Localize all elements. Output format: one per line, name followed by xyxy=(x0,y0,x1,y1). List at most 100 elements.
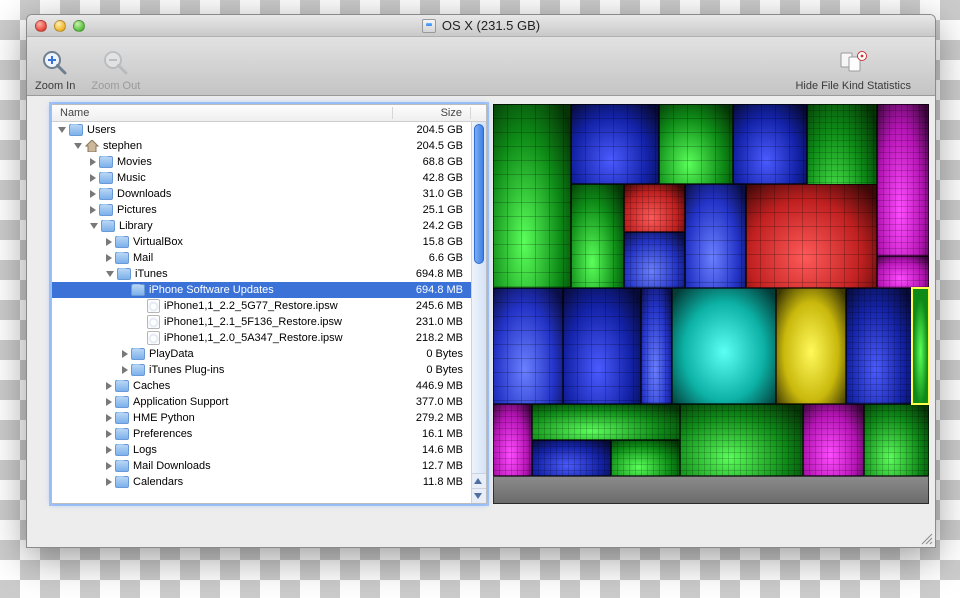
folder-icon xyxy=(131,348,145,360)
row-size: 24.2 GB xyxy=(393,220,471,232)
row-size: 31.0 GB xyxy=(393,188,471,200)
disclosure-triangle[interactable] xyxy=(106,478,112,486)
tree-row[interactable]: iPhone1,1_2.0_5A347_Restore.ipsw218.2 MB xyxy=(52,330,486,346)
file-icon xyxy=(147,331,160,345)
folder-icon xyxy=(131,284,145,296)
row-size: 0 Bytes xyxy=(393,364,471,376)
tree-row[interactable]: Music 42.8 GB xyxy=(52,170,486,186)
row-size: 42.8 GB xyxy=(393,172,471,184)
disclosure-triangle[interactable] xyxy=(106,462,112,470)
disclosure-triangle[interactable] xyxy=(90,158,96,166)
folder-icon xyxy=(115,460,129,472)
row-size: 12.7 MB xyxy=(393,460,471,472)
row-name: iPhone1,1_2.1_5F136_Restore.ipsw xyxy=(164,316,342,328)
selected-treemap-block[interactable] xyxy=(912,288,929,404)
scroll-down-arrow[interactable] xyxy=(472,488,486,503)
folder-icon xyxy=(115,476,129,488)
resize-grip[interactable] xyxy=(919,531,933,545)
file-tree-pane[interactable]: Name Size Users204.5 GBstephen204.5 GBMo… xyxy=(51,104,487,504)
disclosure-triangle[interactable] xyxy=(106,398,112,406)
disclosure-triangle[interactable] xyxy=(122,350,128,358)
row-size: 14.6 MB xyxy=(393,444,471,456)
tree-row[interactable]: Logs 14.6 MB xyxy=(52,442,486,458)
row-name: Downloads xyxy=(117,188,171,200)
folder-icon xyxy=(115,396,129,408)
tree-row[interactable]: Users204.5 GB xyxy=(52,122,486,138)
tree-row[interactable]: Caches446.9 MB xyxy=(52,378,486,394)
window-title-text: OS X (231.5 GB) xyxy=(442,18,540,33)
tree-row[interactable]: HME Python279.2 MB xyxy=(52,410,486,426)
window-controls xyxy=(27,20,85,32)
disclosure-triangle[interactable] xyxy=(106,254,112,262)
treemap-view[interactable] xyxy=(493,104,929,504)
row-name: Mail Downloads xyxy=(133,460,211,472)
disclosure-triangle[interactable] xyxy=(106,446,112,454)
row-name: Logs xyxy=(133,444,157,456)
folder-icon xyxy=(99,156,113,168)
disclosure-triangle[interactable] xyxy=(90,190,96,198)
zoom-button[interactable] xyxy=(73,20,85,32)
row-name: Music xyxy=(117,172,146,184)
tree-row[interactable]: Mail 6.6 GB xyxy=(52,250,486,266)
tree-row[interactable]: iPhone1,1_2.2_5G77_Restore.ipsw245.6 MB xyxy=(52,298,486,314)
disclosure-triangle[interactable] xyxy=(106,414,112,422)
disclosure-triangle[interactable] xyxy=(74,143,82,149)
tree-row[interactable]: Calendars11.8 MB xyxy=(52,474,486,490)
tree-row[interactable]: iPhone1,1_2.1_5F136_Restore.ipsw 231.0 MB xyxy=(52,314,486,330)
row-size: 231.0 MB xyxy=(393,316,471,328)
tree-row[interactable]: Downloads 31.0 GB xyxy=(52,186,486,202)
folder-icon xyxy=(117,268,131,280)
row-name: Mail xyxy=(133,252,153,264)
disclosure-triangle[interactable] xyxy=(106,271,114,277)
tree-row[interactable]: Pictures25.1 GB xyxy=(52,202,486,218)
row-size: 694.8 MB xyxy=(393,268,471,280)
zoom-in-button[interactable]: Zoom In xyxy=(35,48,75,92)
tree-row[interactable]: Library24.2 GB xyxy=(52,218,486,234)
row-size: 6.6 GB xyxy=(393,252,471,264)
tree-row[interactable]: stephen204.5 GB xyxy=(52,138,486,154)
row-size: 204.5 GB xyxy=(393,124,471,136)
disclosure-triangle[interactable] xyxy=(90,174,96,182)
zoom-in-label: Zoom In xyxy=(35,80,75,92)
hide-stats-button[interactable]: Hide File Kind Statistics xyxy=(795,48,911,92)
tree-row[interactable]: iTunes694.8 MB xyxy=(52,266,486,282)
tree-row[interactable]: iTunes Plug-ins0 Bytes xyxy=(52,362,486,378)
disclosure-triangle[interactable] xyxy=(90,206,96,214)
tree-rows[interactable]: Users204.5 GBstephen204.5 GBMovies68.8 G… xyxy=(52,122,486,503)
tree-row[interactable]: Mail Downloads 12.7 MB xyxy=(52,458,486,474)
disclosure-triangle[interactable] xyxy=(122,366,128,374)
disclosure-triangle[interactable] xyxy=(106,430,112,438)
row-name: PlayData xyxy=(149,348,194,360)
disclosure-triangle[interactable] xyxy=(106,382,112,390)
folder-icon xyxy=(69,124,83,136)
folder-icon xyxy=(115,252,129,264)
tree-row[interactable]: VirtualBox15.8 GB xyxy=(52,234,486,250)
row-name: iPhone Software Updates xyxy=(149,284,274,296)
titlebar[interactable]: OS X (231.5 GB) xyxy=(27,15,935,37)
zoom-out-icon xyxy=(101,48,131,78)
column-header-row: Name Size xyxy=(52,105,486,122)
folder-icon xyxy=(115,236,129,248)
tree-row[interactable]: Application Support377.0 MB xyxy=(52,394,486,410)
column-header-name[interactable]: Name xyxy=(52,107,393,119)
tree-row[interactable]: Movies68.8 GB xyxy=(52,154,486,170)
close-button[interactable] xyxy=(35,20,47,32)
file-icon xyxy=(147,299,160,313)
zoom-in-icon xyxy=(40,48,70,78)
tree-row[interactable]: Preferences16.1 MB xyxy=(52,426,486,442)
scroll-up-arrow[interactable] xyxy=(472,473,486,488)
column-header-size[interactable]: Size xyxy=(393,107,471,119)
tree-row[interactable]: PlayData0 Bytes xyxy=(52,346,486,362)
row-name: Calendars xyxy=(133,476,183,488)
row-name: HME Python xyxy=(133,412,195,424)
row-size: 25.1 GB xyxy=(393,204,471,216)
row-name: iPhone1,1_2.0_5A347_Restore.ipsw xyxy=(164,332,343,344)
vertical-scrollbar[interactable] xyxy=(471,122,486,503)
disclosure-triangle[interactable] xyxy=(58,127,66,133)
folder-icon xyxy=(115,412,129,424)
disclosure-triangle[interactable] xyxy=(90,223,98,229)
disclosure-triangle[interactable] xyxy=(106,238,112,246)
minimize-button[interactable] xyxy=(54,20,66,32)
tree-row[interactable]: iPhone Software Updates694.8 MB xyxy=(52,282,486,298)
scroll-thumb[interactable] xyxy=(474,124,484,264)
